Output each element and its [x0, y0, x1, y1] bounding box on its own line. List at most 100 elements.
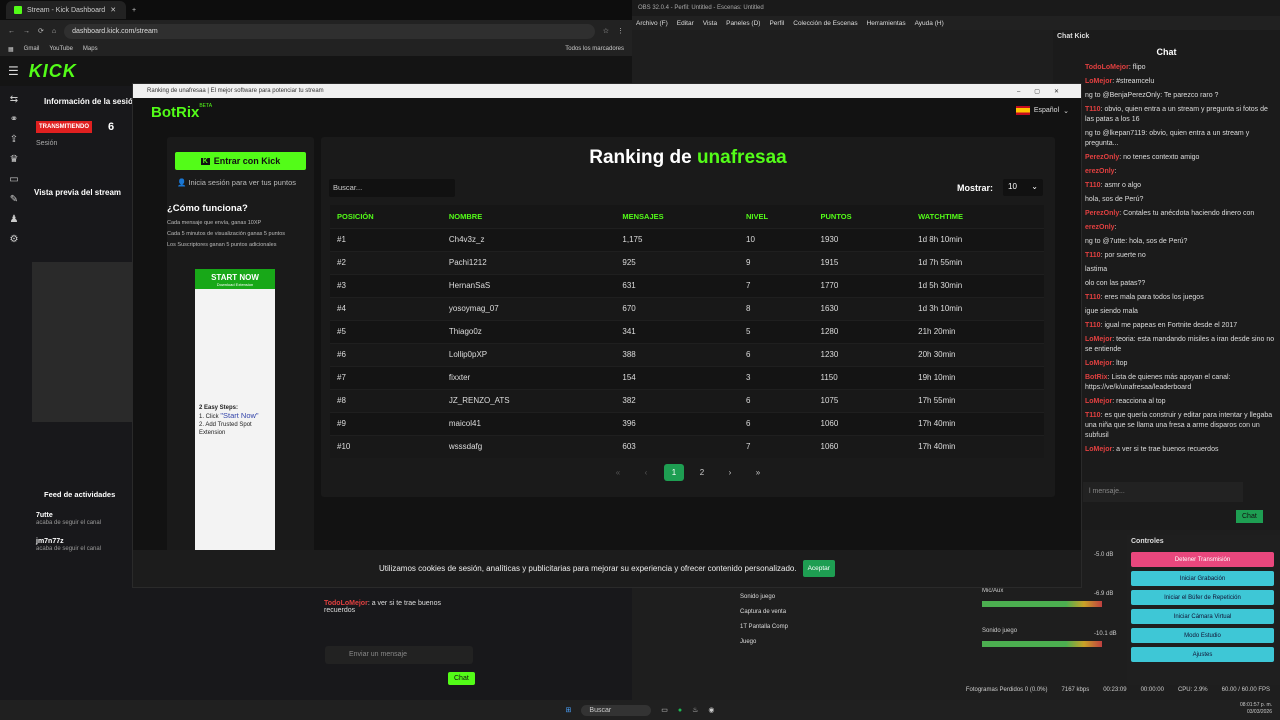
- bitrate: 7167 kbps: [1061, 687, 1090, 693]
- tab-title: Stream - Kick Dashboard: [27, 6, 106, 14]
- settings-button[interactable]: Ajustes: [1131, 647, 1274, 662]
- window-controls[interactable]: –▢✕: [1017, 88, 1073, 95]
- chat-user[interactable]: T110: [1085, 322, 1101, 329]
- accept-cookies-button[interactable]: Aceptar: [802, 560, 835, 577]
- table-cell: 1,175: [615, 227, 739, 251]
- kick-logo[interactable]: KICK: [29, 61, 77, 82]
- menu-editar[interactable]: Editar: [677, 20, 694, 27]
- chat-input[interactable]: l mensaje...: [1083, 482, 1243, 502]
- url-input[interactable]: dashboard.kick.com/stream: [64, 23, 595, 39]
- studio-mode-button[interactable]: Modo Estudio: [1131, 628, 1274, 643]
- all-bookmarks[interactable]: Todos los marcadores: [565, 46, 624, 52]
- chat-send-button[interactable]: Chat: [1236, 510, 1263, 523]
- page-button[interactable]: 1: [664, 464, 684, 481]
- taskbar-search[interactable]: Buscar: [581, 704, 652, 716]
- layout-icon[interactable]: ▭: [9, 174, 18, 185]
- botrix-logo[interactable]: BotRix: [151, 104, 199, 121]
- settings-icon[interactable]: ⚙: [10, 234, 19, 245]
- apps-icon[interactable]: ▦: [8, 46, 14, 53]
- chat-user[interactable]: T110: [1085, 182, 1101, 189]
- chat-user[interactable]: LoMejor: [1085, 78, 1112, 85]
- column-header[interactable]: PUNTOS: [813, 205, 912, 228]
- back-icon[interactable]: ←: [8, 28, 15, 35]
- close-icon[interactable]: ✕: [110, 6, 116, 14]
- login-kick-button[interactable]: K Entrar con Kick: [175, 152, 306, 170]
- how-item: Cada mensaje que envía, ganas 10XP: [167, 220, 262, 226]
- chat-user[interactable]: T110: [1085, 412, 1101, 419]
- ad-banner[interactable]: START NOW Download Extension 2 Easy Steps…: [195, 269, 275, 551]
- menu-perfil[interactable]: Perfil: [769, 20, 784, 27]
- page-button[interactable]: 2: [692, 464, 712, 481]
- column-header[interactable]: POSICIÓN: [330, 205, 442, 228]
- replay-buffer-button[interactable]: Iniciar el Búfer de Repetición: [1131, 590, 1274, 605]
- show-select[interactable]: 10 ⌄: [1003, 179, 1043, 196]
- chat-user[interactable]: T110: [1085, 252, 1101, 259]
- column-header[interactable]: MENSAJES: [615, 205, 739, 228]
- source-item[interactable]: Captura de venta: [740, 605, 788, 620]
- chat-user[interactable]: LoMejor: [1085, 360, 1112, 367]
- source-item[interactable]: Juego: [740, 635, 788, 650]
- chat-user[interactable]: T110: [1085, 294, 1101, 301]
- bookmark-youtube[interactable]: YouTube: [49, 46, 73, 52]
- column-header[interactable]: NIVEL: [739, 205, 814, 228]
- ranking-card: Ranking de unafresaa Buscar... Mostrar: 1…: [321, 137, 1055, 497]
- chat-user[interactable]: erezOnly: [1085, 224, 1115, 231]
- virtual-camera-button[interactable]: Iniciar Cámara Virtual: [1131, 609, 1274, 624]
- star-icon[interactable]: ☆: [603, 27, 609, 35]
- menu-escenas[interactable]: Colección de Escenas: [793, 20, 857, 27]
- column-header[interactable]: WATCHTIME: [911, 205, 1044, 228]
- windows-start-icon[interactable]: ⊞: [566, 706, 572, 714]
- home-icon[interactable]: ⌂: [52, 28, 56, 35]
- source-item[interactable]: 1T Pantalla Comp: [740, 620, 788, 635]
- kick-chat-input[interactable]: Enviar un mensaje: [325, 646, 473, 664]
- new-tab-icon[interactable]: +: [132, 7, 136, 14]
- bookmark-maps[interactable]: Maps: [83, 46, 98, 52]
- steam-icon[interactable]: ♨: [692, 706, 698, 714]
- menu-paneles[interactable]: Paneles (D): [726, 20, 760, 27]
- search-input[interactable]: Buscar...: [329, 179, 455, 197]
- stream-icon[interactable]: ⇆: [10, 94, 18, 105]
- source-item[interactable]: Sonido juego: [740, 590, 788, 605]
- stop-stream-button[interactable]: Detener Transmisión: [1131, 552, 1274, 567]
- chat-user[interactable]: LoMejor: [1085, 446, 1112, 453]
- menu-vista[interactable]: Vista: [703, 20, 717, 27]
- forward-icon[interactable]: →: [23, 28, 30, 35]
- obs-icon[interactable]: ◉: [708, 706, 714, 714]
- start-recording-button[interactable]: Iniciar Grabación: [1131, 571, 1274, 586]
- chat-user[interactable]: T110: [1085, 106, 1101, 113]
- menu-ayuda[interactable]: Ayuda (H): [915, 20, 944, 27]
- upload-icon[interactable]: ⇪: [10, 134, 18, 145]
- chat-user[interactable]: LoMejor: [1085, 336, 1112, 343]
- chat-message: no tenes contexto amigo: [1123, 154, 1200, 161]
- tools-icon[interactable]: ✎: [10, 194, 18, 205]
- menu-archivo[interactable]: Archivo (F): [636, 20, 668, 27]
- table-cell: 670: [615, 296, 739, 320]
- page-button[interactable]: »: [748, 464, 768, 481]
- ad-cta[interactable]: START NOW Download Extension: [195, 273, 275, 287]
- reload-icon[interactable]: ⟳: [38, 27, 44, 35]
- link-icon[interactable]: ⚭: [10, 114, 18, 125]
- hamburger-icon[interactable]: ☰: [8, 64, 19, 78]
- chat-user[interactable]: PerezOnly: [1085, 154, 1119, 161]
- chat-user[interactable]: LoMejor: [1085, 398, 1112, 405]
- page-button[interactable]: «: [608, 464, 628, 481]
- column-header[interactable]: NOMBRE: [441, 205, 616, 228]
- page-button[interactable]: ›: [720, 464, 740, 481]
- chat-user[interactable]: PerezOnly: [1085, 210, 1119, 217]
- browser-tab[interactable]: Stream - Kick Dashboard ✕: [6, 1, 126, 19]
- trophy-icon[interactable]: ♛: [10, 154, 19, 165]
- folder-icon[interactable]: ▭: [661, 706, 668, 714]
- menu-icon[interactable]: ⋮: [617, 27, 624, 35]
- kick-chat-button[interactable]: Chat: [448, 672, 475, 685]
- page-button[interactable]: ‹: [636, 464, 656, 481]
- menu-herramientas[interactable]: Herramientas: [867, 20, 906, 27]
- kick-icon: K: [200, 157, 210, 165]
- bookmark-gmail[interactable]: Gmail: [24, 46, 40, 52]
- spotify-icon[interactable]: ●: [678, 707, 682, 714]
- chat-user[interactable]: TodoLoMejor: [1085, 64, 1129, 71]
- chat-user[interactable]: erezOnly: [1085, 168, 1115, 175]
- language-select[interactable]: Español ⌄: [1015, 106, 1069, 115]
- users-icon[interactable]: ♟: [10, 214, 19, 225]
- login-label: Entrar con Kick: [213, 156, 281, 166]
- chat-user[interactable]: BotRix: [1085, 374, 1108, 381]
